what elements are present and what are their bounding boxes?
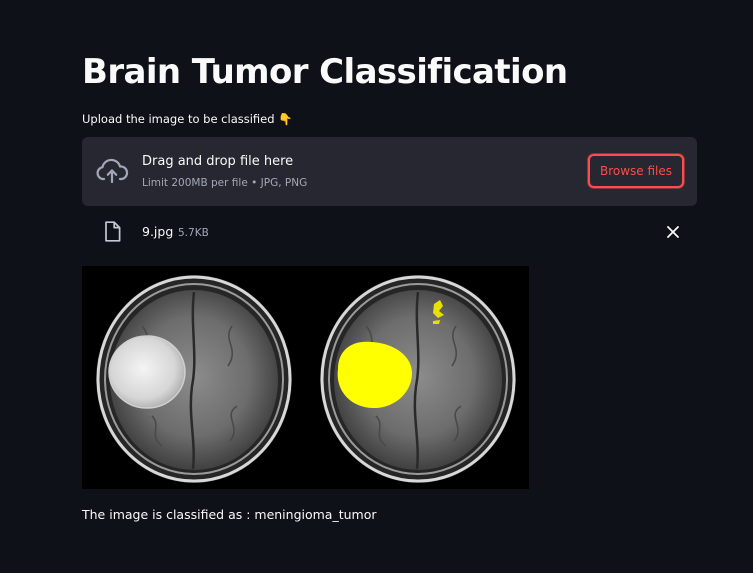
dropzone-instructions: Drag and drop file here [142,154,294,169]
app-page: Brain Tumor Classification Upload the im… [0,0,753,573]
dropzone-limits: Limit 200MB per file • JPG, PNG [142,177,308,189]
close-icon[interactable] [663,222,683,242]
uploaded-file-size: 5.7KB [178,227,209,239]
upload-label: Upload the image to be classified 👇 [82,112,293,126]
mri-scan-image [82,266,529,489]
browse-files-button[interactable]: Browse files [588,154,684,188]
file-dropzone[interactable]: Drag and drop file here Limit 200MB per … [82,137,697,206]
uploaded-file-name: 9.jpg [142,224,174,239]
classification-result: The image is classified as : meningioma_… [82,507,377,522]
original-slice [96,275,292,483]
file-icon [105,221,121,242]
uploaded-file-row: 9.jpg 5.7KB [82,217,697,247]
segmented-slice [320,275,516,483]
cloud-upload-icon [96,158,129,184]
page-title: Brain Tumor Classification [82,52,568,92]
